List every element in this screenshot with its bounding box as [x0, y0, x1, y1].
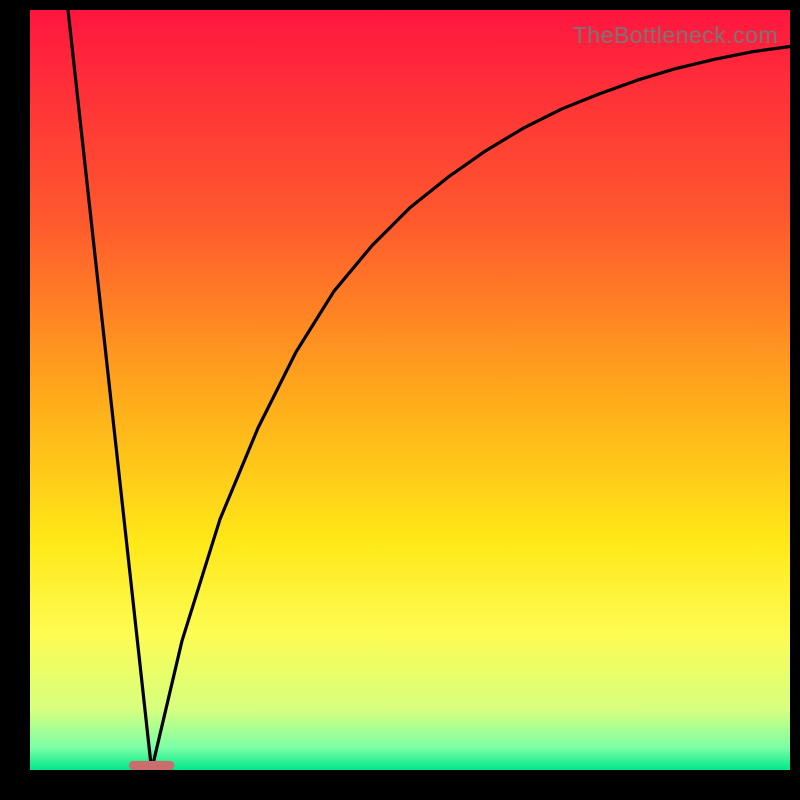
right-rising-curve — [152, 46, 790, 770]
plot-area: TheBottleneck.com — [30, 10, 790, 770]
chart-frame: TheBottleneck.com — [0, 0, 800, 800]
left-falling-line — [68, 10, 152, 770]
curves-layer — [30, 10, 790, 770]
optimum-marker — [129, 761, 175, 770]
